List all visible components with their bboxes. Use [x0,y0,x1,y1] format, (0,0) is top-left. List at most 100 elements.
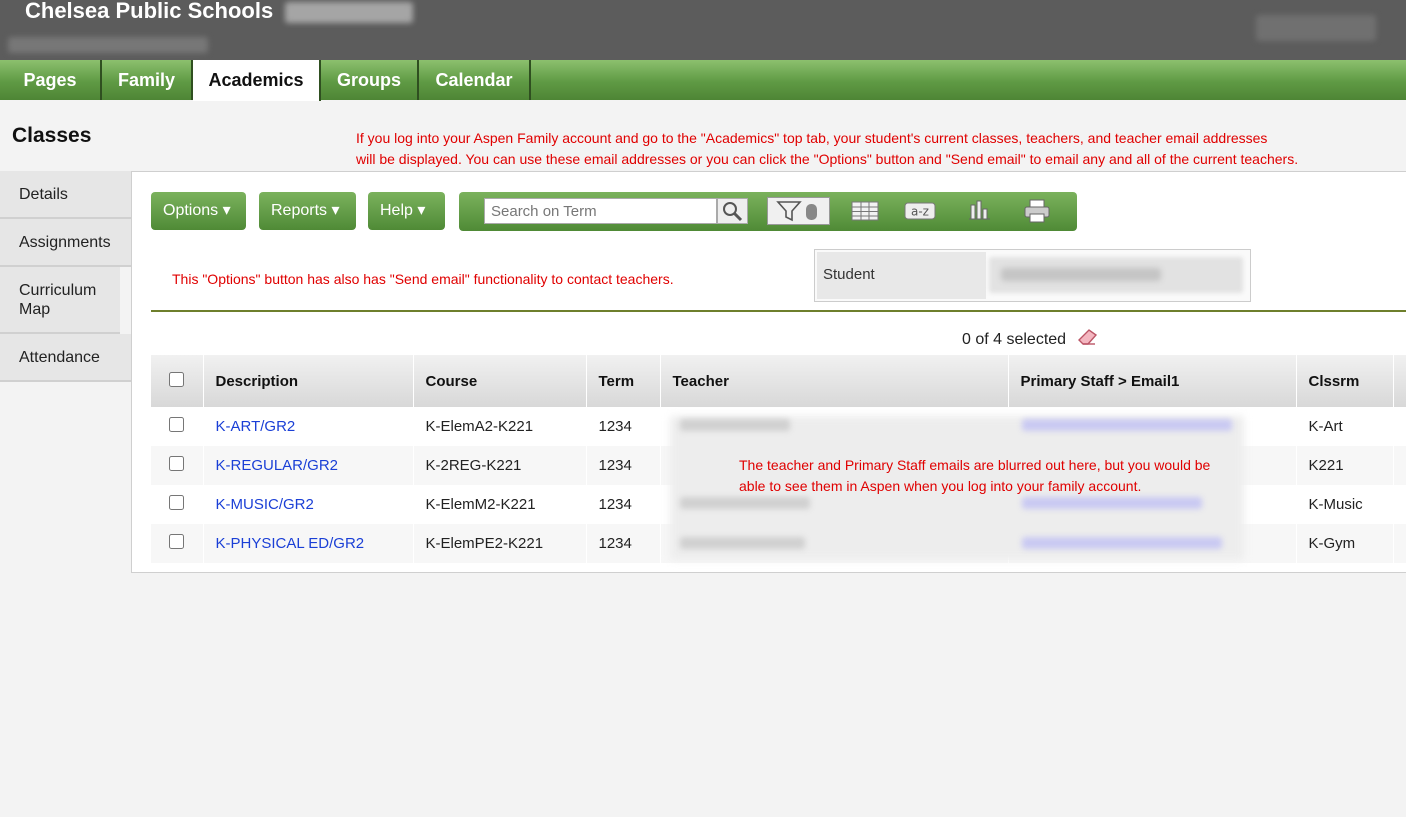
blurred-user-info [8,37,208,53]
term-cell: 1234 [586,485,661,524]
side-nav-curriculum-map-label: Curriculum Map [19,282,97,318]
help-button-label: Help [380,202,413,219]
blurred-teacher-name [680,419,790,431]
instruction-note-line-1: If you log into your Aspen Family accoun… [356,130,1268,146]
selected-count: 0 of 4 selected [962,327,1101,349]
classroom-cell: K221 [1296,446,1394,485]
student-selector: Student [814,249,1251,302]
side-nav-assignments[interactable]: Assignments [0,219,132,267]
sort-az-icon: a-z [904,202,936,220]
magnifier-icon [723,202,743,222]
class-link[interactable]: K-REGULAR/GR2 [216,457,339,474]
selected-count-text: 0 of 4 selected [962,331,1067,348]
row-checkbox[interactable] [169,456,185,471]
row-select-cell [151,524,204,563]
column-term[interactable]: Term [586,355,661,407]
column-primary-staff-email[interactable]: Primary Staff > Email1 [1008,355,1297,407]
term-cell: 1234 [586,407,661,446]
filter-button[interactable] [767,197,830,225]
course-cell: K-ElemM2-K221 [413,485,587,524]
column-course[interactable]: Course [413,355,587,407]
side-nav-details[interactable]: Details [0,171,132,219]
section-divider [151,310,1406,312]
blur-note-line-1: The teacher and Primary Staff emails are… [739,457,1211,473]
classes-content: Options ▾ Reports ▾ Help ▾ Search on Ter… [131,171,1406,573]
term-cell: 1234 [586,524,661,563]
tab-academics[interactable]: Academics [193,60,321,101]
description-cell: K-PHYSICAL ED/GR2 [203,524,414,563]
class-link[interactable]: K-ART/GR2 [216,418,296,435]
student-label: Student [817,252,986,299]
search-input[interactable] [484,198,717,224]
printer-icon [1024,199,1050,223]
print-button[interactable] [1021,197,1053,225]
options-button-label: Options [163,202,219,219]
reports-button-label: Reports [271,202,328,219]
term-cell: 1234 [586,446,661,485]
row-checkbox[interactable] [169,417,185,432]
tab-family[interactable]: Family [102,60,193,100]
blur-note-line-2: able to see them in Aspen when you log i… [739,478,1142,494]
column-teacher[interactable]: Teacher [660,355,1009,407]
caret-down-icon: ▾ [327,202,340,219]
table-header-row: Description Course Term Teacher Primary … [151,355,1406,407]
blurred-teacher-email [1022,419,1232,431]
grid-toolbar: a-z [459,192,1077,231]
extra-cell [1393,485,1406,524]
blurred-account-menu[interactable] [1256,15,1376,41]
reports-button[interactable]: Reports ▾ [259,192,356,230]
row-select-cell [151,485,204,524]
classroom-cell: K-Gym [1296,524,1394,563]
classroom-cell: K-Art [1296,407,1394,446]
description-cell: K-MUSIC/GR2 [203,485,414,524]
instruction-note-line-2: will be displayed. You can use these ema… [356,151,1299,167]
options-note: This "Options" button has also has "Send… [172,271,674,287]
column-classroom[interactable]: Clssrm [1296,355,1394,407]
column-extra [1393,355,1406,407]
sort-button[interactable]: a-z [903,197,937,225]
caret-down-icon: ▾ [218,202,231,219]
extra-cell [1393,524,1406,563]
row-select-cell [151,407,204,446]
row-checkbox[interactable] [169,534,185,549]
course-cell: K-ElemPE2-K221 [413,524,587,563]
extra-cell [1393,407,1406,446]
page-title: Classes [12,124,92,147]
select-all-cell [151,355,204,407]
row-checkbox[interactable] [169,495,185,510]
search-button[interactable] [717,198,748,224]
blurred-school-year [285,2,413,23]
blurred-student-name-text [1001,268,1161,281]
description-cell: K-REGULAR/GR2 [203,446,414,485]
class-link[interactable]: K-MUSIC/GR2 [216,496,314,513]
eraser-icon[interactable] [1077,327,1101,347]
help-button[interactable]: Help ▾ [368,192,445,230]
filter-icon [776,201,817,222]
tab-pages[interactable]: Pages [0,60,102,100]
top-tab-bar: Pages Family Academics Groups Calendar [0,60,1406,101]
classroom-cell: K-Music [1296,485,1394,524]
tab-groups[interactable]: Groups [321,60,419,100]
school-name: Chelsea Public Schools [25,0,274,23]
side-nav-curriculum-map[interactable]: Curriculum Map [0,267,120,334]
select-all-checkbox[interactable] [169,371,185,387]
blur-note: The teacher and Primary Staff emails are… [739,455,1210,497]
tab-calendar[interactable]: Calendar [419,60,531,100]
blurred-teacher-email [1022,497,1202,509]
columns-button[interactable] [849,197,881,225]
class-link[interactable]: K-PHYSICAL ED/GR2 [216,535,365,552]
table-grid-icon [851,201,879,221]
blurred-teacher-name [680,497,810,509]
column-description[interactable]: Description [203,355,414,407]
description-cell: K-ART/GR2 [203,407,414,446]
app-header: Chelsea Public Schools [0,0,1406,60]
svg-text:a-z: a-z [911,205,929,219]
options-button[interactable]: Options ▾ [151,192,246,230]
bar-chart-icon [969,200,990,220]
row-select-cell [151,446,204,485]
instruction-note: If you log into your Aspen Family accoun… [356,128,1298,170]
chart-button[interactable] [965,197,993,225]
course-cell: K-2REG-K221 [413,446,587,485]
side-nav-attendance[interactable]: Attendance [0,334,132,382]
blurred-teacher-email [1022,537,1222,549]
